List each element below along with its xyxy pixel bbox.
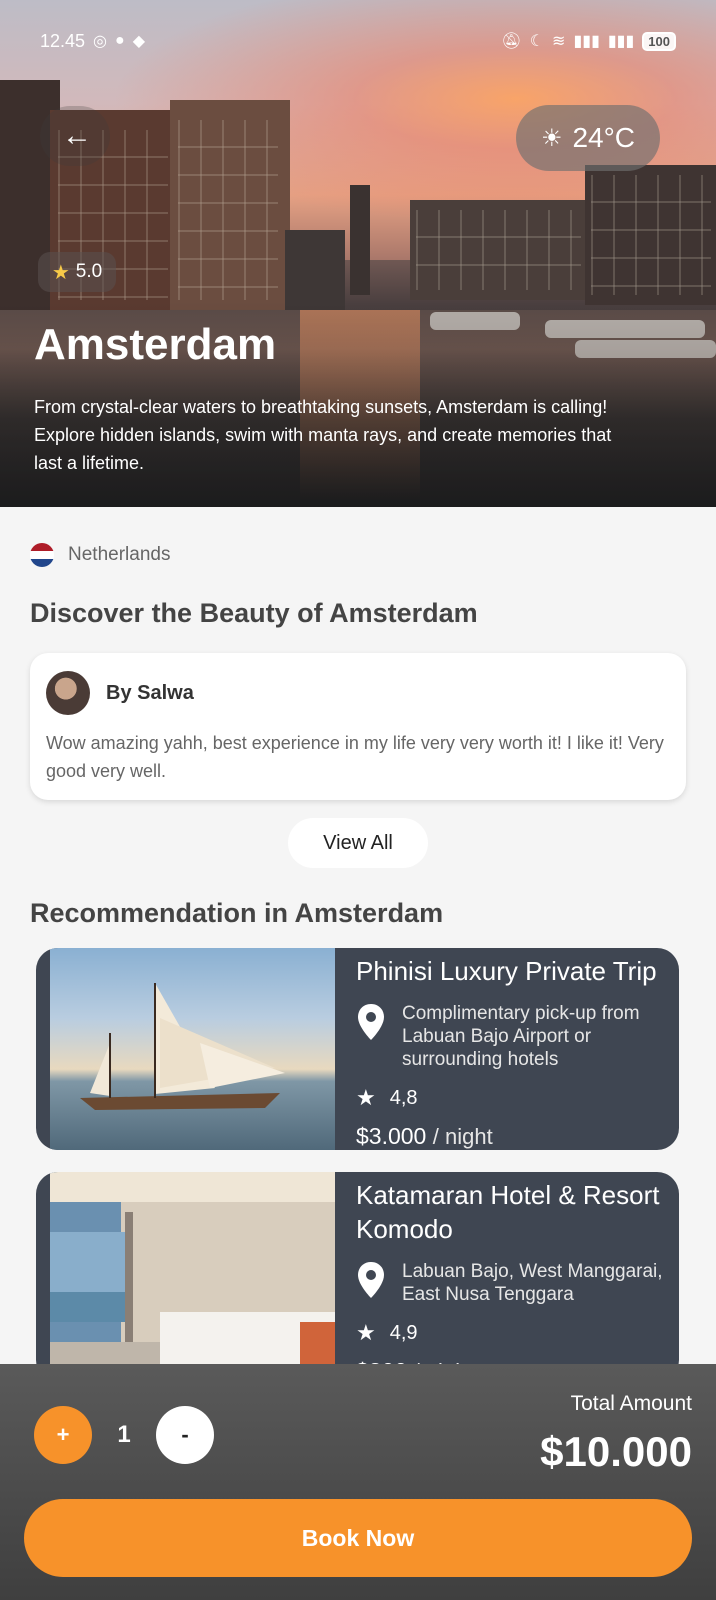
star-icon: ★ xyxy=(356,1320,376,1345)
status-time: 12.45 xyxy=(40,30,86,51)
building xyxy=(285,230,345,310)
quantity-stepper: + 1 - xyxy=(34,1406,214,1464)
review-card: By Salwa Wow amazing yahh, best experien… xyxy=(30,653,686,800)
signal-icon: ▮▮▮ xyxy=(607,33,635,50)
boat-photo xyxy=(50,948,335,1150)
review-text: Wow amazing yahh, best experience in my … xyxy=(46,733,664,781)
signal-icon: ▮▮▮ xyxy=(573,33,600,50)
city-description: From crystal-clear waters to breathtakin… xyxy=(34,397,612,473)
status-bar: 12.45 ◎ ● ◆ 🔕︎ ☾ ≋ ▮▮▮ ▮▮▮ 100 xyxy=(40,26,676,56)
hotel-room-photo xyxy=(50,1172,335,1382)
building xyxy=(170,100,290,320)
recommendation-rating: 4,9 xyxy=(389,1321,418,1344)
chat-icon: ● xyxy=(115,32,125,49)
star-icon: ★ xyxy=(51,261,70,284)
avatar xyxy=(46,671,90,715)
battery-icon: 100 xyxy=(642,31,676,51)
weather-badge: ☀︎ 24°C xyxy=(516,105,660,171)
decrease-button[interactable]: - xyxy=(156,1406,214,1464)
recommendation-card[interactable]: Phinisi Luxury Private Trip Complimentar… xyxy=(36,948,679,1150)
rating-badge: ★ 5.0 xyxy=(38,252,116,292)
country-row: Netherlands xyxy=(30,543,170,567)
recommendation-location: Labuan Bajo, West Manggarai, East Nusa T… xyxy=(402,1261,663,1305)
increase-button[interactable]: + xyxy=(34,1406,92,1464)
back-button[interactable]: ← xyxy=(40,106,110,166)
location-pin-icon xyxy=(358,1262,384,1298)
recommendation-title: Recommendation in Amsterdam xyxy=(30,898,444,928)
netherlands-flag-icon xyxy=(30,543,54,567)
review-author: By Salwa xyxy=(106,681,194,704)
building xyxy=(585,165,716,305)
sun-icon: ☀︎ xyxy=(540,124,563,152)
arrow-left-icon: ← xyxy=(62,119,92,152)
price-unit: / night xyxy=(432,1124,493,1149)
location-pin-icon xyxy=(358,1004,384,1040)
view-all-button[interactable]: View All xyxy=(288,818,428,868)
moon-icon: ☾ xyxy=(529,33,545,50)
quantity-value: 1 xyxy=(117,1421,131,1448)
recommendation-name: Katamaran Hotel & Resort Komodo xyxy=(356,1180,660,1244)
building xyxy=(410,200,590,300)
total-amount-value: $10.000 xyxy=(540,1428,692,1475)
church-tower xyxy=(350,185,370,295)
recommendation-price: $3.000 xyxy=(356,1123,427,1149)
city-title: Amsterdam xyxy=(34,320,277,369)
recommendation-location: Complimentary pick-up from Labuan Bajo A… xyxy=(402,1003,640,1070)
app-icon: ◆ xyxy=(132,33,145,50)
wifi-icon: ≋ xyxy=(552,33,566,50)
total-amount-label: Total Amount xyxy=(570,1392,692,1415)
whatsapp-icon: ◎ xyxy=(93,33,108,50)
recommendation-card[interactable]: Katamaran Hotel & Resort Komodo Labuan B… xyxy=(36,1172,679,1382)
rating-value: 5.0 xyxy=(75,261,103,282)
recommendation-name: Phinisi Luxury Private Trip xyxy=(356,956,657,986)
recommendation-rating: 4,8 xyxy=(389,1086,418,1109)
book-now-button[interactable]: Book Now xyxy=(24,1499,692,1577)
discover-title: Discover the Beauty of Amsterdam xyxy=(30,598,478,628)
temperature: 24°C xyxy=(572,122,636,153)
star-icon: ★ xyxy=(356,1085,376,1110)
country-name: Netherlands xyxy=(68,544,171,565)
mute-icon: 🔕︎ xyxy=(501,33,522,50)
